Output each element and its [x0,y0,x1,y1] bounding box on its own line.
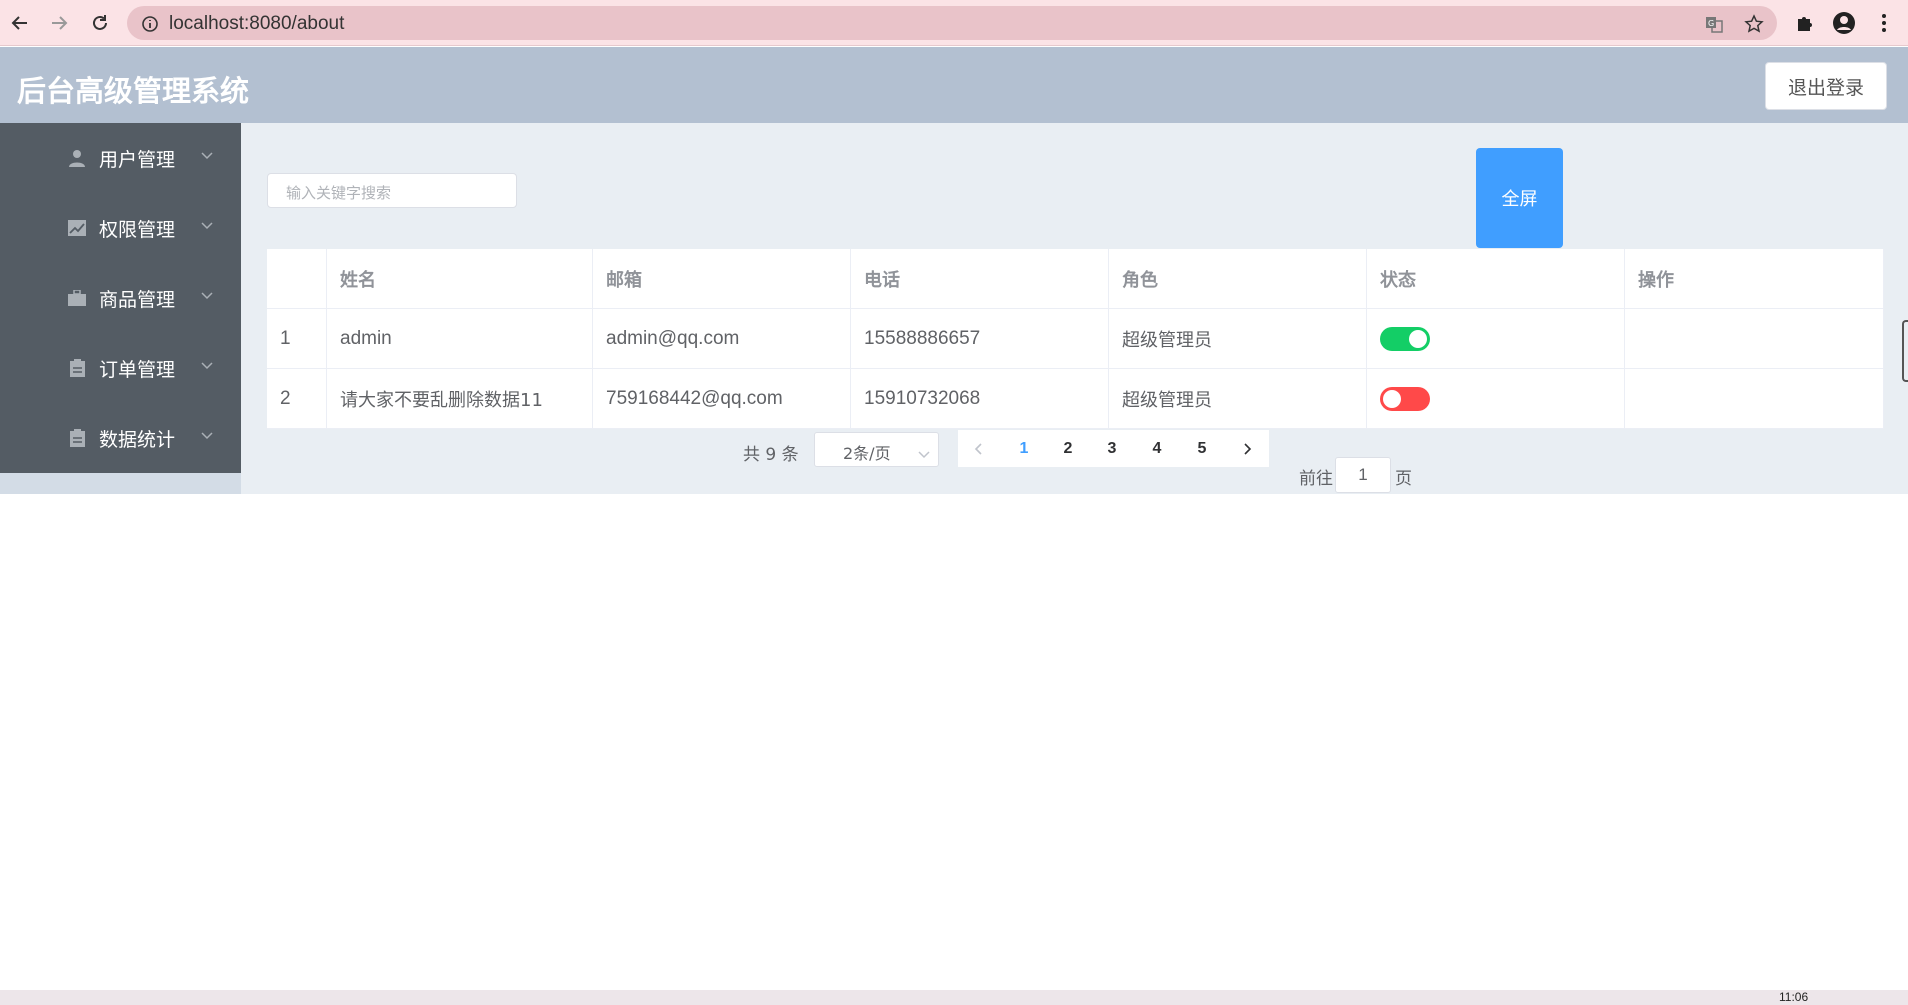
chevron-down-icon [200,219,214,233]
side-scroll-handle[interactable] [1902,320,1908,382]
chevron-down-icon [918,444,930,463]
column-header-index [267,249,327,309]
cell-email: admin@qq.com [593,309,851,369]
clipboard-icon [68,429,86,447]
extensions-button[interactable] [1791,9,1819,37]
main-content: 输入关键字搜索 全屏 姓名 邮箱 电话 角色 状态 操作 1 admin adm… [241,123,1908,494]
page-number-1[interactable]: 1 [1006,430,1042,467]
cell-status [1367,309,1625,369]
chevron-down-icon [200,149,214,163]
chevron-left-icon [974,442,982,455]
cell-email: 759168442@qq.com [593,369,851,429]
column-header-actions: 操作 [1625,249,1884,309]
fullscreen-button[interactable]: 全屏 [1476,148,1563,248]
toggle-knob [1383,390,1401,408]
sidebar-item-permissions[interactable]: 权限管理 [0,193,241,263]
table-header-row: 姓名 邮箱 电话 角色 状态 操作 [267,249,1884,309]
os-taskbar: 11:06 [0,990,1908,1005]
bookmark-star-icon[interactable] [1743,13,1765,35]
page-number-3[interactable]: 3 [1094,430,1130,467]
forward-arrow-icon [52,16,68,30]
column-header-phone: 电话 [851,249,1109,309]
back-button[interactable] [6,9,34,37]
page-number-2[interactable]: 2 [1050,430,1086,467]
chevron-right-icon [1244,442,1252,455]
sidebar-item-statistics[interactable]: 数据统计 [0,403,241,473]
puzzle-icon [1798,17,1812,31]
cell-role: 超级管理员 [1109,369,1367,429]
kebab-menu-icon [1882,14,1886,32]
chevron-down-icon [200,289,214,303]
sidebar-item-label: 数据统计 [99,429,176,451]
sidebar: 用户管理 权限管理 商品管理 订单管理 数据统计 [0,123,241,473]
svg-text:G: G [1708,19,1714,28]
column-header-email: 邮箱 [593,249,851,309]
info-icon[interactable] [139,13,161,35]
status-toggle[interactable] [1380,387,1430,411]
reload-icon [93,15,107,30]
cell-index: 1 [267,309,327,369]
url-text[interactable]: localhost:8080/about [169,13,344,35]
sidebar-item-label: 订单管理 [99,359,176,381]
back-arrow-icon [11,16,27,30]
taskbar-clock: 11:06 [1779,990,1809,1004]
cell-actions [1625,369,1884,429]
table-row: 1 admin admin@qq.com 15588886657 超级管理员 [267,309,1884,369]
user-table: 姓名 邮箱 电话 角色 状态 操作 1 admin admin@qq.com 1… [267,249,1884,429]
forward-button[interactable] [45,9,73,37]
toggle-knob [1409,330,1427,348]
sidebar-item-users[interactable]: 用户管理 [0,123,241,193]
clipboard-icon [68,359,86,377]
goto-page-input[interactable]: 1 [1335,457,1391,493]
browser-toolbar: localhost:8080/about G [0,0,1908,46]
chevron-down-icon [200,429,214,443]
goto-suffix: 页 [1395,469,1412,489]
column-header-status: 状态 [1367,249,1625,309]
cell-actions [1625,309,1884,369]
cell-name: 请大家不要乱删除数据11 [327,369,593,429]
sidebar-item-products[interactable]: 商品管理 [0,263,241,333]
next-page-button[interactable] [1228,430,1268,467]
page-number-5[interactable]: 5 [1184,430,1220,467]
pagination: 1 2 3 4 5 [958,430,1269,467]
logout-button[interactable]: 退出登录 [1765,62,1887,110]
profile-button[interactable] [1830,9,1858,37]
sidebar-item-label: 商品管理 [99,289,176,311]
page-size-value: 2条/页 [843,444,891,463]
briefcase-icon [68,289,86,307]
page-size-select[interactable]: 2条/页 [814,432,939,467]
account-circle-icon [1833,12,1855,34]
cell-phone: 15910732068 [851,369,1109,429]
sidebar-item-label: 用户管理 [99,149,176,171]
app-title: 后台高级管理系统 [17,74,250,108]
cell-status [1367,369,1625,429]
chevron-down-icon [200,359,214,373]
search-input[interactable]: 输入关键字搜索 [267,173,517,208]
app-header: 后台高级管理系统 退出登录 [0,47,1908,123]
status-toggle[interactable] [1380,327,1430,351]
cell-phone: 15588886657 [851,309,1109,369]
chart-icon [68,219,86,237]
page-number-4[interactable]: 4 [1139,430,1175,467]
column-header-name: 姓名 [327,249,593,309]
cell-role: 超级管理员 [1109,309,1367,369]
prev-page-button[interactable] [958,430,998,467]
sidebar-item-label: 权限管理 [99,219,176,241]
cell-index: 2 [267,369,327,429]
reload-button[interactable] [86,9,114,37]
goto-label: 前往 [1299,469,1333,489]
browser-menu-button[interactable] [1870,9,1898,37]
cell-name: admin [327,309,593,369]
column-header-role: 角色 [1109,249,1367,309]
pagination-total: 共 9 条 [743,445,799,465]
translate-icon[interactable]: G [1703,13,1725,35]
sidebar-footer [0,473,241,494]
sidebar-item-orders[interactable]: 订单管理 [0,333,241,403]
user-icon [68,149,86,167]
table-row: 2 请大家不要乱删除数据11 759168442@qq.com 15910732… [267,369,1884,429]
address-bar[interactable]: localhost:8080/about G [127,6,1777,40]
